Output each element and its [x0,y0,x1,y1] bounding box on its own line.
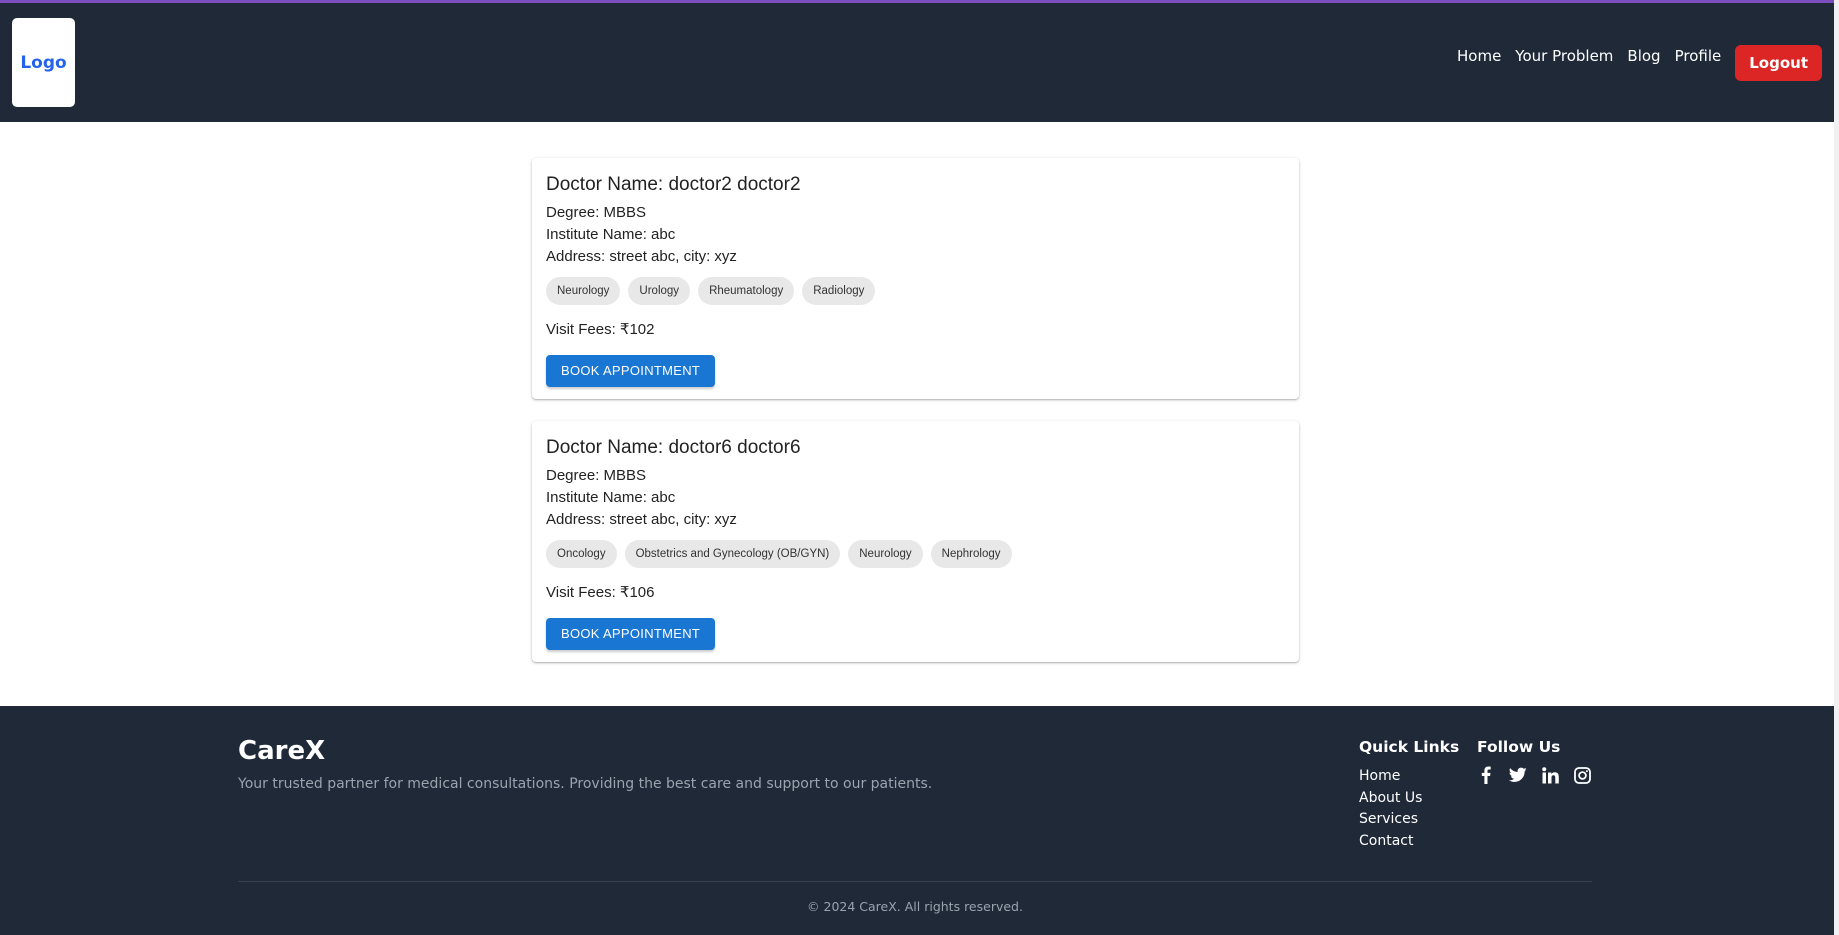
visit-fees: Visit Fees: ₹106 [546,583,655,601]
specialty-chip: Oncology [546,539,617,568]
specialty-chip: Urology [628,276,691,305]
specialty-chip: Obstetrics and Gynecology (OB/GYN) [624,539,841,568]
doctor-degree: Degree: MBBS [546,466,647,484]
footer-brand: CareX [238,736,326,766]
doctor-name: Doctor Name: doctor2 doctor2 [546,174,801,195]
twitter-icon[interactable] [1509,766,1527,784]
footer-link-contact[interactable]: Contact [1359,831,1459,853]
book-appointment-button[interactable]: BOOK APPOINTMENT [546,617,716,650]
specialty-chips: Oncology Obstetrics and Gynecology (OB/G… [546,539,1285,568]
doctor-degree: Degree: MBBS [546,203,647,221]
quick-links: Quick Links Home About Us Services Conta… [1359,738,1459,852]
doctor-institute: Institute Name: abc [546,488,676,506]
follow-us-heading: Follow Us [1477,738,1561,756]
instagram-icon[interactable] [1573,766,1591,784]
facebook-icon[interactable] [1477,766,1495,784]
doctor-address: Address: street abc, city: xyz [546,510,737,528]
quick-links-heading: Quick Links [1359,738,1460,756]
footer-tagline: Your trusted partner for medical consult… [238,776,933,792]
book-appointment-button[interactable]: BOOK APPOINTMENT [546,354,716,387]
footer-link-services[interactable]: Services [1359,809,1459,831]
footer-divider [238,881,1592,882]
doctor-address: Address: street abc, city: xyz [546,247,737,265]
nav-link-home[interactable]: Home [1457,47,1501,65]
page-scrollbar[interactable] [1834,0,1839,935]
nav-link-your-problem[interactable]: Your Problem [1515,47,1613,65]
visit-fees: Visit Fees: ₹102 [546,320,655,338]
specialty-chip: Neurology [546,276,621,305]
copyright: © 2024 CareX. All rights reserved. [807,899,1023,914]
footer-link-home[interactable]: Home [1359,766,1459,788]
specialty-chip: Rheumatology [698,276,795,305]
doctor-name: Doctor Name: doctor6 doctor6 [546,437,801,458]
nav-links: Home Your Problem Blog Profile [1457,47,1721,65]
nav-link-profile[interactable]: Profile [1675,47,1722,65]
specialty-chip: Neurology [848,539,923,568]
navbar: Logo Home Your Problem Blog Profile Logo… [0,3,1834,122]
specialty-chip: Nephrology [930,539,1012,568]
doctor-card: Doctor Name: doctor6 doctor6 Degree: MBB… [532,421,1299,662]
nav-right: Home Your Problem Blog Profile Logout [1457,44,1822,81]
logout-button[interactable]: Logout [1735,44,1822,81]
specialty-chips: Neurology Urology Rheumatology Radiology [546,276,1285,305]
footer-link-about-us[interactable]: About Us [1359,788,1459,810]
specialty-chip: Radiology [802,276,876,305]
doctor-institute: Institute Name: abc [546,225,676,243]
doctor-card: Doctor Name: doctor2 doctor2 Degree: MBB… [532,158,1299,399]
linkedin-icon[interactable] [1541,766,1559,784]
social-icons [1477,766,1591,784]
doctor-list: Doctor Name: doctor2 doctor2 Degree: MBB… [0,122,1834,706]
footer: CareX Your trusted partner for medical c… [0,706,1834,935]
nav-link-blog[interactable]: Blog [1627,47,1660,65]
follow-us: Follow Us [1477,738,1591,784]
logo[interactable]: Logo [12,18,75,107]
